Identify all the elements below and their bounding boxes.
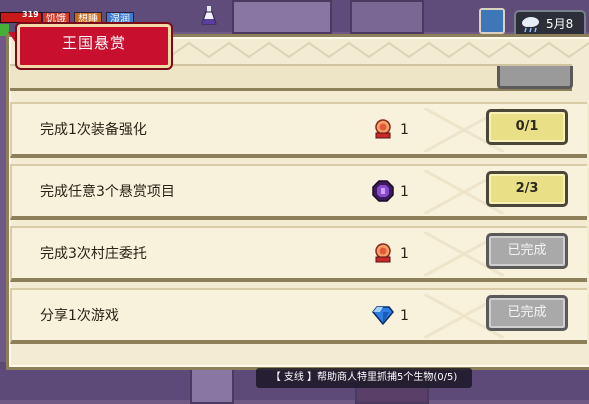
- task-row: 完成1次装备强化 1 0/1: [10, 102, 587, 158]
- red-medal-icon: [375, 119, 391, 139]
- task-completed-button[interactable]: 已完成: [486, 295, 568, 331]
- reward-count: 1: [400, 308, 409, 324]
- task-progress-button[interactable]: 0/1: [486, 109, 568, 145]
- reward-count: 1: [400, 184, 409, 200]
- previous-task-row-edge: [10, 64, 572, 91]
- scene-floor-tile: [190, 366, 234, 404]
- side-quest-banner[interactable]: 【 支线 】帮助商人特里抓捕5个生物(0/5): [256, 368, 472, 388]
- previous-task-button-edge[interactable]: [497, 66, 573, 89]
- task-progress-button[interactable]: 2/3: [486, 171, 568, 207]
- red-medal-icon: [375, 243, 391, 263]
- scene-floor-tile: [232, 0, 332, 34]
- rain-cloud-icon: [522, 17, 539, 33]
- reward-count: 1: [400, 122, 409, 138]
- scene-wall-tile: [350, 0, 424, 34]
- task-description: 完成3次村庄委托: [40, 246, 147, 262]
- task-row: 完成任意3个悬赏项目 1 2/3: [10, 164, 587, 220]
- weather-button[interactable]: [479, 8, 505, 34]
- purple-gem-icon: [372, 180, 394, 202]
- panel-title: 王国悬赏: [61, 34, 126, 52]
- panel-title-ribbon: 王国悬赏: [17, 24, 171, 68]
- blue-diamond-icon: [372, 306, 394, 326]
- potion-icon[interactable]: [201, 6, 217, 26]
- task-row: 完成3次村庄委托 1 已完成: [10, 226, 587, 282]
- health-value: 319: [22, 10, 39, 19]
- task-description: 分享1次游戏: [40, 308, 119, 324]
- task-description: 完成1次装备强化: [40, 122, 147, 138]
- task-row: 分享1次游戏 1 已完成: [10, 288, 587, 344]
- reward-count: 1: [400, 246, 409, 262]
- task-completed-button[interactable]: 已完成: [486, 233, 568, 269]
- task-description: 完成任意3个悬赏项目: [40, 184, 175, 200]
